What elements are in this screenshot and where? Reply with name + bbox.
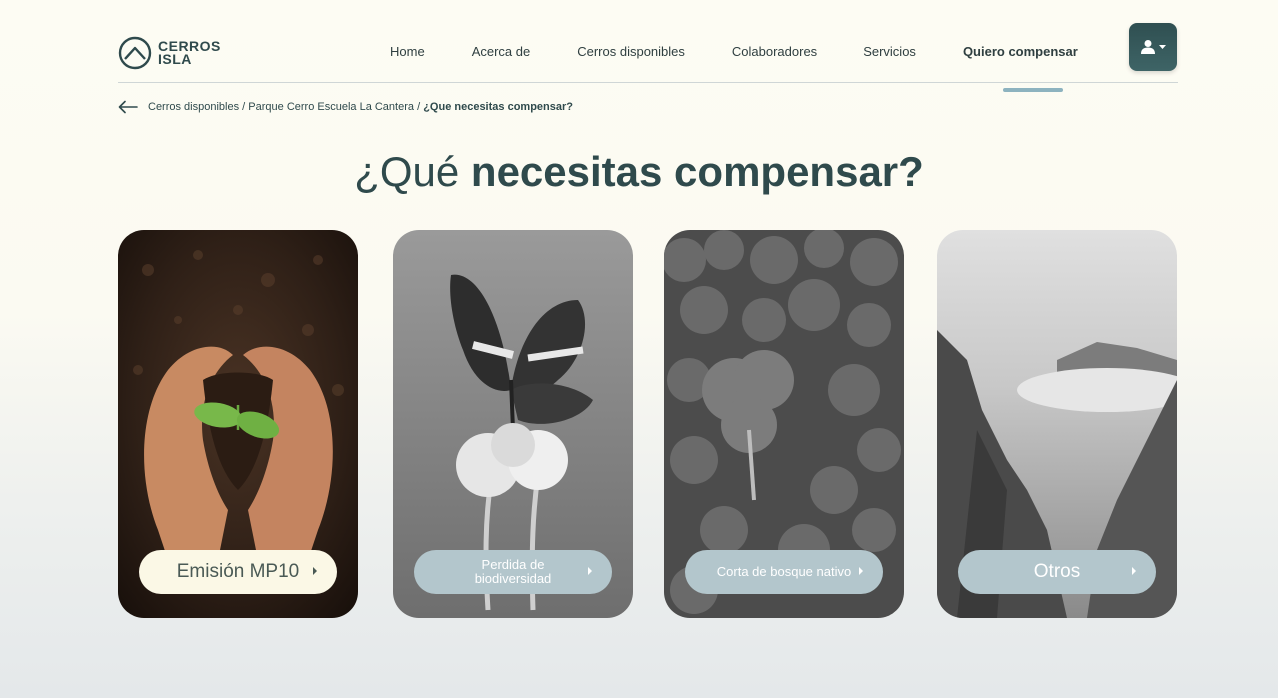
breadcrumb-separator: / xyxy=(242,101,246,113)
nav-quiero-compensar[interactable]: Quiero compensar xyxy=(963,44,1078,59)
card-label: Otros xyxy=(1033,561,1081,582)
card-otros[interactable]: Otros xyxy=(937,230,1177,618)
card-button-otros[interactable]: Otros xyxy=(958,550,1156,594)
chevron-right-icon xyxy=(588,567,592,575)
page-title-light: ¿Qué xyxy=(354,148,460,195)
user-icon xyxy=(1140,40,1155,54)
breadcrumb-current: ¿Que necesitas compensar? xyxy=(423,101,573,113)
card-button-bosque-nativo[interactable]: Corta de bosque nativo xyxy=(685,550,883,594)
card-label: Emisión MP10 xyxy=(176,561,300,582)
header-divider xyxy=(118,82,1178,83)
nav-home[interactable]: Home xyxy=(390,44,425,59)
card-label: Perdida de biodiversidad xyxy=(474,557,552,586)
card-button-emision-mp10[interactable]: Emisión MP10 xyxy=(139,550,337,594)
nav-servicios[interactable]: Servicios xyxy=(863,44,916,59)
nav-colaboradores[interactable]: Colaboradores xyxy=(732,44,817,59)
page-title: ¿Qué necesitas compensar? xyxy=(8,148,1270,196)
card-biodiversidad[interactable]: Perdida de biodiversidad xyxy=(393,230,633,618)
breadcrumb-separator: / xyxy=(417,101,421,113)
active-nav-indicator xyxy=(1003,88,1063,92)
chevron-right-icon xyxy=(859,567,863,575)
page: CERROS ISLA Home Acerca de Cerros dispon… xyxy=(8,8,1270,698)
card-button-biodiversidad[interactable]: Perdida de biodiversidad xyxy=(414,550,612,594)
breadcrumb-cerros-disponibles[interactable]: Cerros disponibles xyxy=(148,101,239,113)
mountain-logo-icon xyxy=(118,36,152,70)
chevron-right-icon xyxy=(1132,567,1136,575)
card-emision-mp10[interactable]: Emisión MP10 xyxy=(118,230,358,618)
nav-acerca-de[interactable]: Acerca de xyxy=(472,44,531,59)
header: CERROS ISLA Home Acerca de Cerros dispon… xyxy=(118,22,1178,92)
breadcrumb: Cerros disponibles / Parque Cerro Escuel… xyxy=(118,100,573,114)
logo-text: CERROS ISLA xyxy=(158,39,221,67)
logo[interactable]: CERROS ISLA xyxy=(118,36,221,70)
user-menu-button[interactable] xyxy=(1129,23,1177,71)
logo-line2: ISLA xyxy=(158,51,192,67)
card-bosque-nativo[interactable]: Corta de bosque nativo xyxy=(664,230,904,618)
page-title-bold: necesitas compensar? xyxy=(470,148,924,195)
card-label: Corta de bosque nativo xyxy=(716,564,852,579)
chevron-right-icon xyxy=(313,567,317,575)
arrow-left-icon[interactable] xyxy=(118,100,138,114)
main-nav: Home Acerca de Cerros disponibles Colabo… xyxy=(390,44,1078,59)
chevron-down-icon xyxy=(1158,44,1166,49)
breadcrumb-parque[interactable]: Parque Cerro Escuela La Cantera xyxy=(248,101,414,113)
nav-cerros-disponibles[interactable]: Cerros disponibles xyxy=(577,44,685,59)
